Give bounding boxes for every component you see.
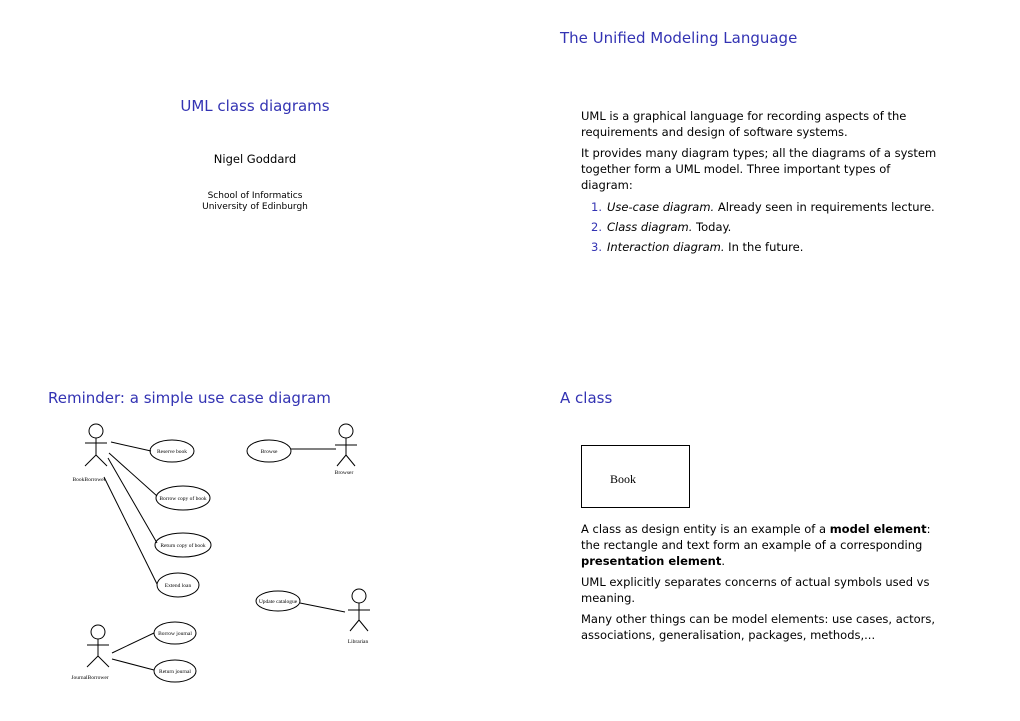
slide2-title: The Unified Modeling Language bbox=[560, 29, 798, 47]
usecase-label: Borrow copy of book bbox=[159, 495, 206, 502]
class-box: Book bbox=[581, 445, 690, 508]
para2: UML explicitly separates concerns of act… bbox=[581, 575, 930, 605]
usecase-label: Return journal bbox=[159, 669, 191, 675]
slide4-title: A class bbox=[560, 389, 613, 407]
list-item: 2. Class diagram. Today. bbox=[591, 220, 732, 234]
usecase-label: Return copy of book bbox=[160, 542, 206, 549]
list-item: 1. Use-case diagram. Already seen in requ… bbox=[591, 200, 935, 214]
para1: UML is a graphical language for recordin… bbox=[581, 109, 907, 139]
actor-label: Browser bbox=[335, 470, 354, 476]
usecase-label: Update catalogue bbox=[259, 599, 298, 605]
actor-journalborrower bbox=[86, 624, 110, 668]
actor-label: Librarian bbox=[348, 639, 369, 645]
para2: It provides many diagram types; all the … bbox=[581, 146, 937, 192]
actor-librarian bbox=[348, 588, 370, 632]
use-case-diagram: Reserve book Browse Borrow copy of book … bbox=[71, 423, 370, 683]
usecase-label: Extend loan bbox=[165, 583, 192, 589]
actor-browser bbox=[335, 423, 357, 467]
actor-label: JournalBorrower bbox=[71, 675, 108, 681]
list-item: 3. Interaction diagram. In the future. bbox=[591, 240, 804, 254]
slide2-body: UML is a graphical language for recordin… bbox=[581, 108, 941, 255]
actor-bookborrower bbox=[84, 423, 108, 467]
usecase-label: Borrow journal bbox=[158, 631, 192, 637]
actor-label: BookBorrower bbox=[73, 477, 106, 483]
para3: Many other things can be model elements:… bbox=[581, 612, 936, 642]
slide4-body: A class as design entity is an example o… bbox=[581, 521, 941, 648]
usecase-label: Browse bbox=[261, 449, 278, 455]
usecase-label: Reserve book bbox=[157, 449, 187, 455]
class-name: Book bbox=[610, 472, 637, 486]
para1: A class as design entity is an example o… bbox=[581, 522, 931, 568]
